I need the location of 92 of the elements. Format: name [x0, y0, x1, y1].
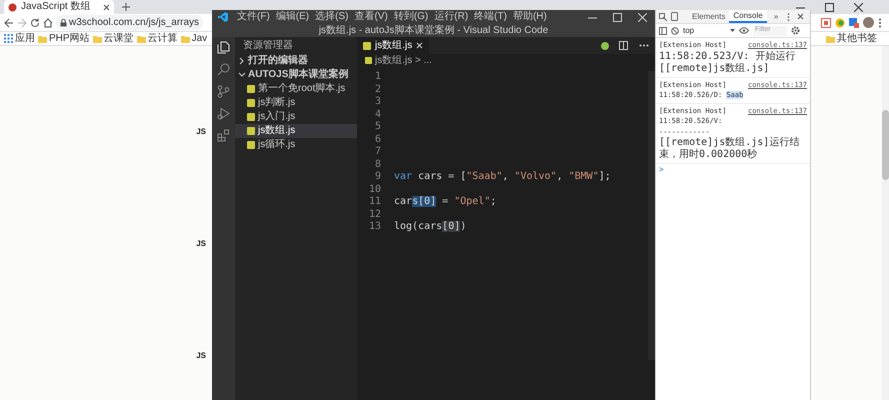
menu-item[interactable]: 文件(F) — [234, 12, 273, 22]
page-text: JS — [196, 126, 206, 138]
menu-item[interactable]: 编辑(E) — [272, 12, 312, 22]
bookmark-folder[interactable]: 其他书签 — [826, 34, 877, 44]
more-icon[interactable] — [639, 44, 649, 47]
eye-icon[interactable] — [739, 27, 749, 34]
more-tabs-button[interactable]: » — [774, 10, 778, 22]
reload-icon[interactable] — [30, 18, 40, 28]
search-icon[interactable] — [217, 63, 230, 76]
file-item[interactable]: js入门.js — [235, 110, 357, 124]
line-number: 2 — [374, 84, 381, 95]
file-item[interactable]: js判断.js — [235, 96, 357, 110]
context-dropdown[interactable]: top — [683, 24, 735, 36]
close-icon[interactable] — [103, 4, 110, 10]
code-line: cars[0] = "Opel"; — [394, 197, 496, 208]
breadcrumb[interactable]: js数组.js > ... — [375, 56, 432, 66]
settings-icon[interactable] — [791, 26, 800, 35]
run-icon[interactable] — [217, 107, 230, 120]
device-icon[interactable] — [671, 12, 678, 21]
page-text: JS — [196, 350, 206, 362]
avatar-icon[interactable] — [863, 17, 874, 28]
apps-icon — [4, 34, 13, 43]
lock-icon — [60, 18, 67, 26]
plus-icon[interactable] — [122, 3, 130, 11]
menu-icon[interactable] — [878, 18, 882, 28]
log-message: [[remote]js数组.js]运行结束，用时0.002000秒 — [659, 137, 800, 161]
file-item[interactable]: js循环.js — [235, 138, 357, 152]
editor-tab[interactable]: js数组.js — [357, 37, 430, 54]
bookmark[interactable]: 云计算 — [136, 34, 178, 44]
folder-icon — [180, 34, 190, 42]
branch-icon[interactable] — [217, 85, 230, 98]
app-logo-icon — [218, 12, 228, 22]
line-number: 8 — [374, 160, 381, 170]
menu-icon[interactable] — [787, 12, 790, 20]
bookmark[interactable]: 应用 — [4, 34, 35, 44]
menu-item[interactable]: 运行(R) — [431, 12, 472, 22]
caret-icon — [730, 29, 735, 32]
files-icon[interactable] — [217, 41, 230, 54]
console-prompt[interactable]: > — [656, 164, 810, 176]
line-number: 11 — [368, 197, 381, 208]
menu-item[interactable]: 查看(V) — [351, 12, 391, 22]
line-number: 13 — [368, 222, 381, 232]
maximize-icon[interactable] — [825, 2, 834, 12]
bookmark[interactable]: 云课堂 — [92, 34, 134, 44]
menu-item[interactable]: 选择(S) — [312, 12, 352, 22]
window-title: js数组.js - autoJs脚本课堂案例 - Visual Studio Code — [318, 26, 548, 36]
line-number: 3 — [374, 97, 381, 108]
bookmark[interactable]: PHP网站 — [38, 34, 90, 44]
inspect-icon[interactable] — [659, 12, 667, 20]
split-editor-icon[interactable] — [619, 41, 628, 50]
favicon-icon — [8, 2, 17, 12]
tree-section[interactable]: 打开的编辑器 — [235, 54, 357, 68]
line-number: 7 — [374, 147, 381, 158]
back-icon[interactable] — [4, 18, 14, 28]
folder-icon — [136, 34, 146, 42]
extensions-icon[interactable] — [217, 129, 230, 142]
clear-icon[interactable] — [671, 26, 679, 34]
line-number: 1 — [374, 72, 381, 82]
line-number: 4 — [374, 110, 381, 120]
code-line: var cars = ["Saab", "Volvo", "BMW"]; — [394, 172, 611, 182]
code-line: log(cars[0]) — [394, 222, 466, 232]
line-number: 10 — [368, 184, 381, 195]
panel-title: 资源管理器 — [243, 40, 293, 50]
sidebar-icon[interactable] — [659, 26, 667, 34]
browser-tab[interactable]: JavaScript 数组 — [4, 0, 114, 14]
bookmark[interactable]: Jav — [180, 34, 208, 44]
tree-section[interactable]: AUTOJS脚本课堂案例 — [235, 68, 357, 82]
folder-icon — [92, 34, 102, 42]
page-text: JS — [196, 238, 206, 250]
file-type-icon — [365, 57, 372, 64]
line-number: 12 — [368, 210, 381, 220]
address-bar[interactable]: w3school.com.cn/js/js_arrays — [56, 15, 204, 30]
file-item[interactable]: 第一个免root脚本.js — [235, 82, 357, 96]
scrollbar-thumb[interactable] — [882, 110, 889, 180]
line-number: 5 — [374, 122, 381, 132]
menu-item[interactable]: 终端(T) — [471, 12, 510, 22]
devtools-tab[interactable]: Elements — [688, 10, 730, 23]
editor-scrollbar[interactable] — [648, 71, 655, 360]
folder-icon — [38, 34, 47, 42]
extension-icon[interactable] — [849, 18, 859, 28]
log-message: 11:58:20.523/V: 开始运行[[remote]js数组.js] — [659, 50, 796, 74]
status-dot-icon[interactable] — [601, 42, 609, 50]
menu-item[interactable]: 转到(G) — [390, 12, 432, 22]
folder-icon — [826, 34, 835, 42]
close-icon[interactable] — [797, 13, 804, 20]
home-icon[interactable] — [43, 18, 53, 28]
file-item[interactable]: js数组.js — [235, 124, 357, 138]
line-number: 9 — [374, 172, 381, 182]
menu-item[interactable]: 帮助(H) — [510, 12, 550, 22]
line-number: 6 — [374, 134, 381, 145]
close-icon[interactable] — [854, 2, 863, 12]
devtools-tab[interactable]: Console — [729, 10, 767, 23]
